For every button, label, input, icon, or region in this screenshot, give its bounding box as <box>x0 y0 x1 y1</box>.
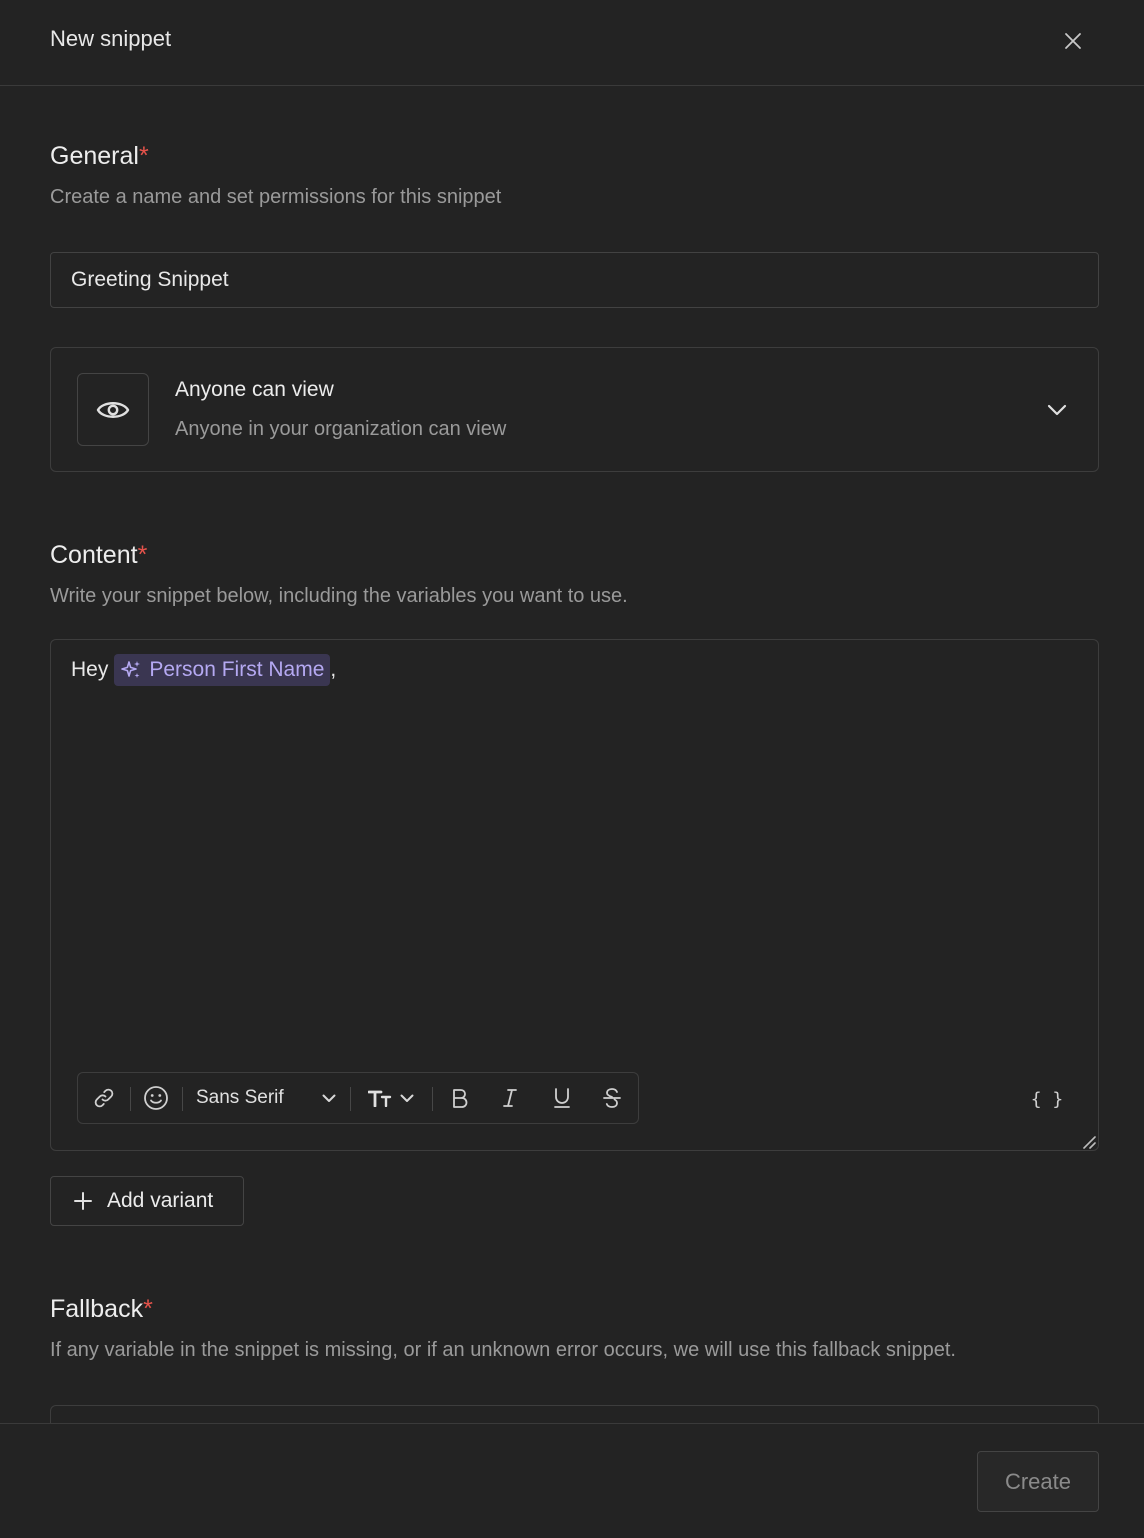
plus-icon <box>74 1192 92 1210</box>
permission-subtitle: Anyone in your organization can view <box>175 418 507 440</box>
bold-icon <box>453 1089 468 1108</box>
add-variant-button[interactable]: Add variant <box>50 1176 244 1226</box>
general-title: General <box>50 142 139 170</box>
underline-icon <box>554 1088 570 1108</box>
dialog-body[interactable]: General* Create a name and set permissio… <box>0 87 1144 1423</box>
editor-content[interactable]: Hey Person First Name , <box>71 654 336 686</box>
insert-variable-button[interactable]: { } <box>1029 1086 1065 1112</box>
dialog-title: New snippet <box>50 26 172 51</box>
font-family-label: Sans Serif <box>196 1087 284 1108</box>
variable-chip-label: Person First Name <box>149 658 325 681</box>
close-button[interactable] <box>1058 26 1088 56</box>
italic-button[interactable] <box>492 1073 528 1123</box>
italic-icon <box>503 1089 517 1107</box>
sparkle-icon <box>121 661 141 678</box>
permission-title: Anyone can view <box>175 378 334 401</box>
fallback-description: If any variable in the snippet is missin… <box>50 1339 956 1361</box>
eye-icon <box>96 401 130 418</box>
toolbar-divider <box>182 1087 183 1111</box>
snippet-name-input[interactable] <box>50 252 1099 308</box>
fallback-title: Fallback <box>50 1295 144 1323</box>
required-marker: * <box>143 1295 153 1323</box>
fallback-heading: Fallback* <box>50 1295 153 1324</box>
toolbar-divider <box>350 1087 351 1111</box>
content-heading: Content* <box>50 541 147 570</box>
required-marker: * <box>138 142 149 170</box>
dialog-footer: Create <box>0 1423 1144 1538</box>
close-icon <box>1065 33 1081 49</box>
permissions-select[interactable]: Anyone can view Anyone in your organizat… <box>50 347 1099 472</box>
snippet-editor[interactable]: Hey Person First Name , Sans Serif {} <box>50 639 1099 1151</box>
chevron-down-icon <box>1043 396 1071 424</box>
toolbar-divider <box>432 1087 433 1111</box>
editor-text-before: Hey <box>71 658 109 681</box>
text-size-select[interactable] <box>360 1073 422 1123</box>
variable-chip[interactable]: Person First Name <box>114 654 331 686</box>
smiley-icon <box>144 1086 168 1110</box>
formatting-toolbar: Sans Serif <box>77 1072 639 1124</box>
emoji-button[interactable] <box>138 1073 174 1123</box>
general-heading: General* <box>50 142 149 171</box>
bold-button[interactable] <box>442 1073 478 1123</box>
create-button[interactable]: Create <box>977 1451 1099 1512</box>
underline-button[interactable] <box>544 1073 580 1123</box>
general-description: Create a name and set permissions for th… <box>50 186 502 208</box>
chevron-down-icon <box>400 1094 414 1102</box>
chevron-down-icon <box>322 1094 336 1102</box>
link-button[interactable] <box>86 1073 122 1123</box>
resize-handle[interactable] <box>1081 1134 1097 1150</box>
font-family-select[interactable]: Sans Serif <box>188 1073 342 1123</box>
toolbar-divider <box>130 1087 131 1111</box>
strikethrough-button[interactable] <box>594 1073 630 1123</box>
strikethrough-icon <box>603 1088 621 1108</box>
editor-text-after: , <box>330 658 337 681</box>
link-icon <box>94 1088 114 1108</box>
fallback-editor[interactable] <box>50 1405 1099 1423</box>
content-description: Write your snippet below, including the … <box>50 585 628 607</box>
permission-icon-box <box>77 373 149 446</box>
text-size-icon <box>368 1090 392 1107</box>
content-title: Content <box>50 541 138 569</box>
add-variant-label: Add variant <box>107 1189 214 1212</box>
required-marker: * <box>137 541 148 569</box>
dialog-header: New snippet <box>0 0 1144 86</box>
